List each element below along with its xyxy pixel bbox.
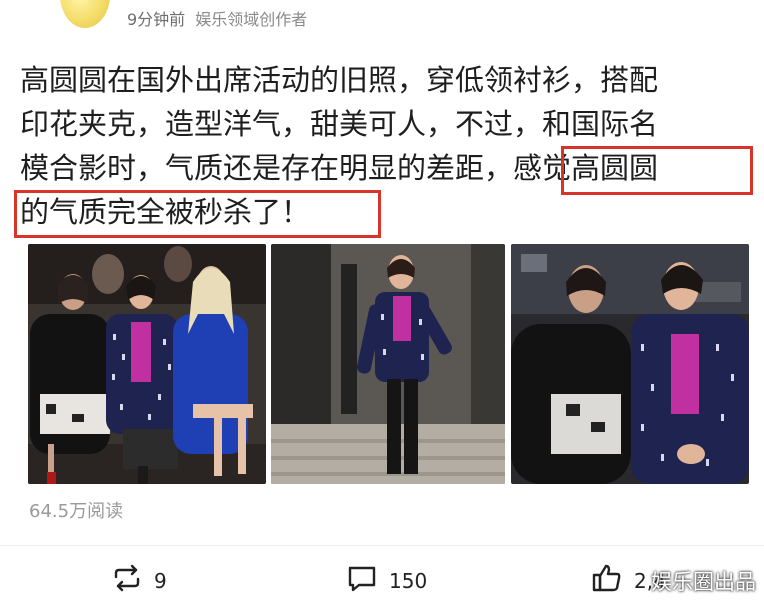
post-photo-2[interactable] [271,244,505,484]
post-photo-1[interactable] [28,244,266,484]
avatar[interactable] [60,0,110,28]
photo-image [511,244,749,484]
post-text-line: 印花夹克，造型洋气，甜美可人，不过，和国际名 [20,107,659,141]
repost-button[interactable]: 9 [110,561,167,600]
comment-count: 150 [389,568,428,593]
author-tag: 娱乐领域创作者 [195,10,308,29]
post-meta: 9分钟前 娱乐领域创作者 [127,6,307,30]
post-text-line: 高圆圆在国外出席活动的旧照，穿低领衬衫，搭配 [20,63,659,97]
post-text: 高圆圆在国外出席活动的旧照，穿低领衬衫，搭配 印花夹克，造型洋气，甜美可人，不过… [20,58,750,234]
divider [0,545,764,546]
comment-icon [345,561,379,600]
repost-count: 9 [154,568,167,593]
like-icon [590,561,624,600]
photo-image [28,244,266,484]
post-time: 9分钟前 [127,10,186,29]
post-text-line: 的气质完全被秒杀了！ [20,195,311,229]
photo-image [271,244,505,484]
read-count: 64.5万阅读 [29,501,124,522]
comment-button[interactable]: 150 [345,561,427,600]
post-photo-3[interactable] [511,244,749,484]
repost-icon [110,561,144,600]
post-text-line: 模合影时，气质还是存在明显的差距，感觉高圆圆 [20,151,659,185]
watermark: 娱乐圈出品 [651,570,756,594]
